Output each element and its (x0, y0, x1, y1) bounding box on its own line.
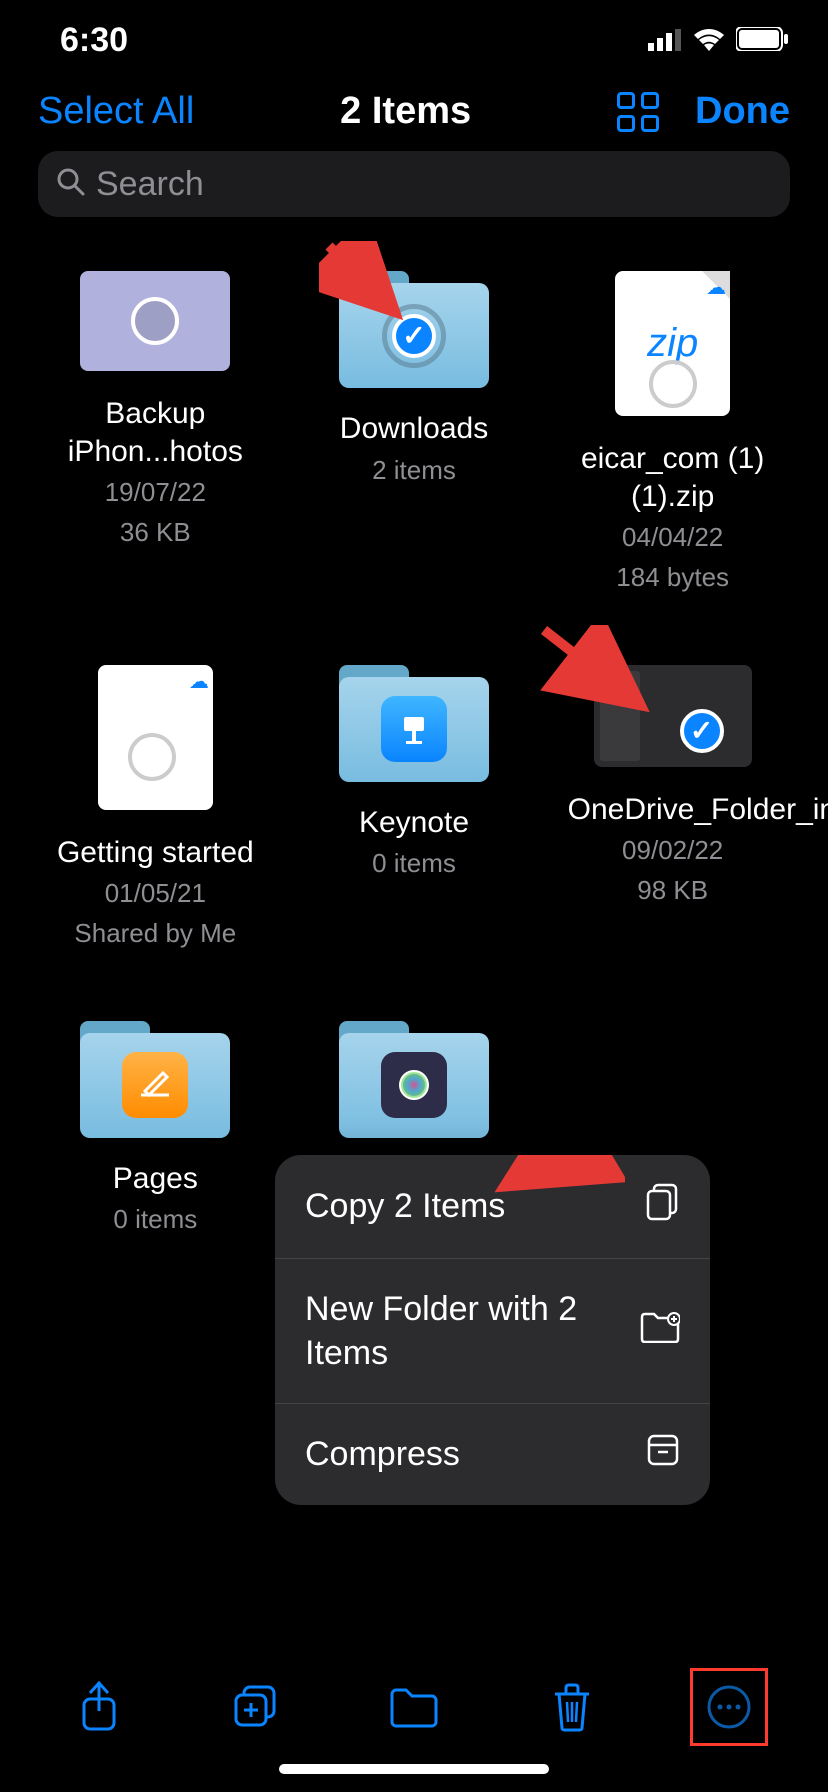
status-icons (648, 21, 788, 60)
context-menu: Copy 2 Items New Folder with 2 Items Com… (275, 1155, 710, 1505)
checkmark-icon: ✓ (392, 314, 436, 358)
pages-app-icon (122, 1052, 188, 1118)
folder-thumb (339, 1021, 489, 1136)
file-date: 01/05/21 (105, 877, 206, 911)
file-thumb: ☁ (98, 665, 213, 810)
file-name: Backup iPhon...hotos (50, 395, 260, 470)
selection-circle (131, 297, 179, 345)
view-grid-icon[interactable] (617, 92, 659, 132)
keynote-app-icon (381, 696, 447, 762)
done-button[interactable]: Done (695, 90, 790, 133)
nav-bar: Select All 2 Items Done (0, 80, 828, 151)
folder-plus-icon (640, 1311, 680, 1352)
file-thumb: ✓ (594, 665, 752, 767)
checkmark-icon: ✓ (680, 709, 724, 753)
search-input[interactable]: Search (38, 151, 790, 217)
select-all-button[interactable]: Select All (38, 90, 194, 133)
file-date: 19/07/22 (105, 476, 206, 510)
file-thumb (80, 271, 230, 371)
folder-thumb (339, 665, 489, 780)
file-meta: 2 items (372, 454, 456, 488)
folder-thumb (80, 1021, 230, 1136)
folder-item-keynote[interactable]: Keynote 0 items (289, 665, 540, 951)
selection-circle (649, 360, 697, 408)
archive-icon (646, 1433, 680, 1476)
folder-thumb: ✓ (339, 271, 489, 386)
menu-label: Copy 2 Items (305, 1184, 505, 1228)
home-indicator[interactable] (279, 1764, 549, 1774)
file-size: 184 bytes (616, 561, 729, 595)
file-name: OneDrive_Folder_in_Finder (568, 791, 778, 829)
share-button[interactable] (71, 1679, 127, 1735)
copy-icon (646, 1183, 680, 1230)
status-bar: 6:30 (0, 0, 828, 80)
folder-item-pages[interactable]: Pages 0 items (30, 1021, 281, 1237)
menu-compress[interactable]: Compress (275, 1404, 710, 1504)
wifi-icon (692, 21, 726, 60)
cellular-icon (648, 21, 682, 60)
file-thumb: ☁ zip (615, 271, 730, 416)
status-time: 6:30 (60, 21, 128, 60)
annotation-arrow (534, 625, 664, 725)
file-meta: 0 items (113, 1203, 197, 1237)
file-name: Keynote (359, 804, 469, 842)
file-grid: Backup iPhon...hotos 19/07/22 36 KB ✓ Do… (0, 247, 828, 1237)
file-item[interactable]: Backup iPhon...hotos 19/07/22 36 KB (30, 271, 281, 595)
menu-new-folder[interactable]: New Folder with 2 Items (275, 1259, 710, 1404)
menu-label: Compress (305, 1432, 460, 1476)
page-title: 2 Items (340, 90, 471, 133)
more-button[interactable] (701, 1679, 757, 1735)
file-item[interactable]: ☁ zip eicar_com (1) (1).zip 04/04/22 184… (547, 271, 798, 595)
move-button[interactable] (386, 1679, 442, 1735)
file-meta: 0 items (372, 847, 456, 881)
file-size: 98 KB (637, 874, 708, 908)
menu-label: New Folder with 2 Items (305, 1287, 605, 1375)
folder-item-downloads[interactable]: ✓ Downloads 2 items (289, 271, 540, 595)
cloud-download-icon: ☁ (706, 275, 726, 300)
delete-button[interactable] (544, 1679, 600, 1735)
file-size: 36 KB (120, 516, 191, 550)
file-date: 04/04/22 (622, 521, 723, 555)
file-meta: Shared by Me (74, 917, 236, 951)
cloud-download-icon: ☁ (189, 669, 209, 694)
duplicate-button[interactable] (228, 1679, 284, 1735)
file-name: Downloads (340, 410, 488, 448)
file-name: Getting started (57, 834, 254, 872)
search-placeholder: Search (96, 165, 204, 204)
file-item[interactable]: ☁ Getting started 01/05/21 Shared by Me (30, 665, 281, 951)
file-item-onedrive[interactable]: ✓ OneDrive_Folder_in_Finder 09/02/22 98 … (547, 665, 798, 951)
search-icon (56, 167, 86, 202)
file-date: 09/02/22 (622, 834, 723, 868)
file-name: Pages (113, 1160, 198, 1198)
battery-icon (736, 21, 788, 60)
app-icon (381, 1052, 447, 1118)
file-name: eicar_com (1) (1).zip (568, 440, 778, 515)
selection-circle (128, 733, 176, 781)
menu-copy[interactable]: Copy 2 Items (275, 1155, 710, 1259)
